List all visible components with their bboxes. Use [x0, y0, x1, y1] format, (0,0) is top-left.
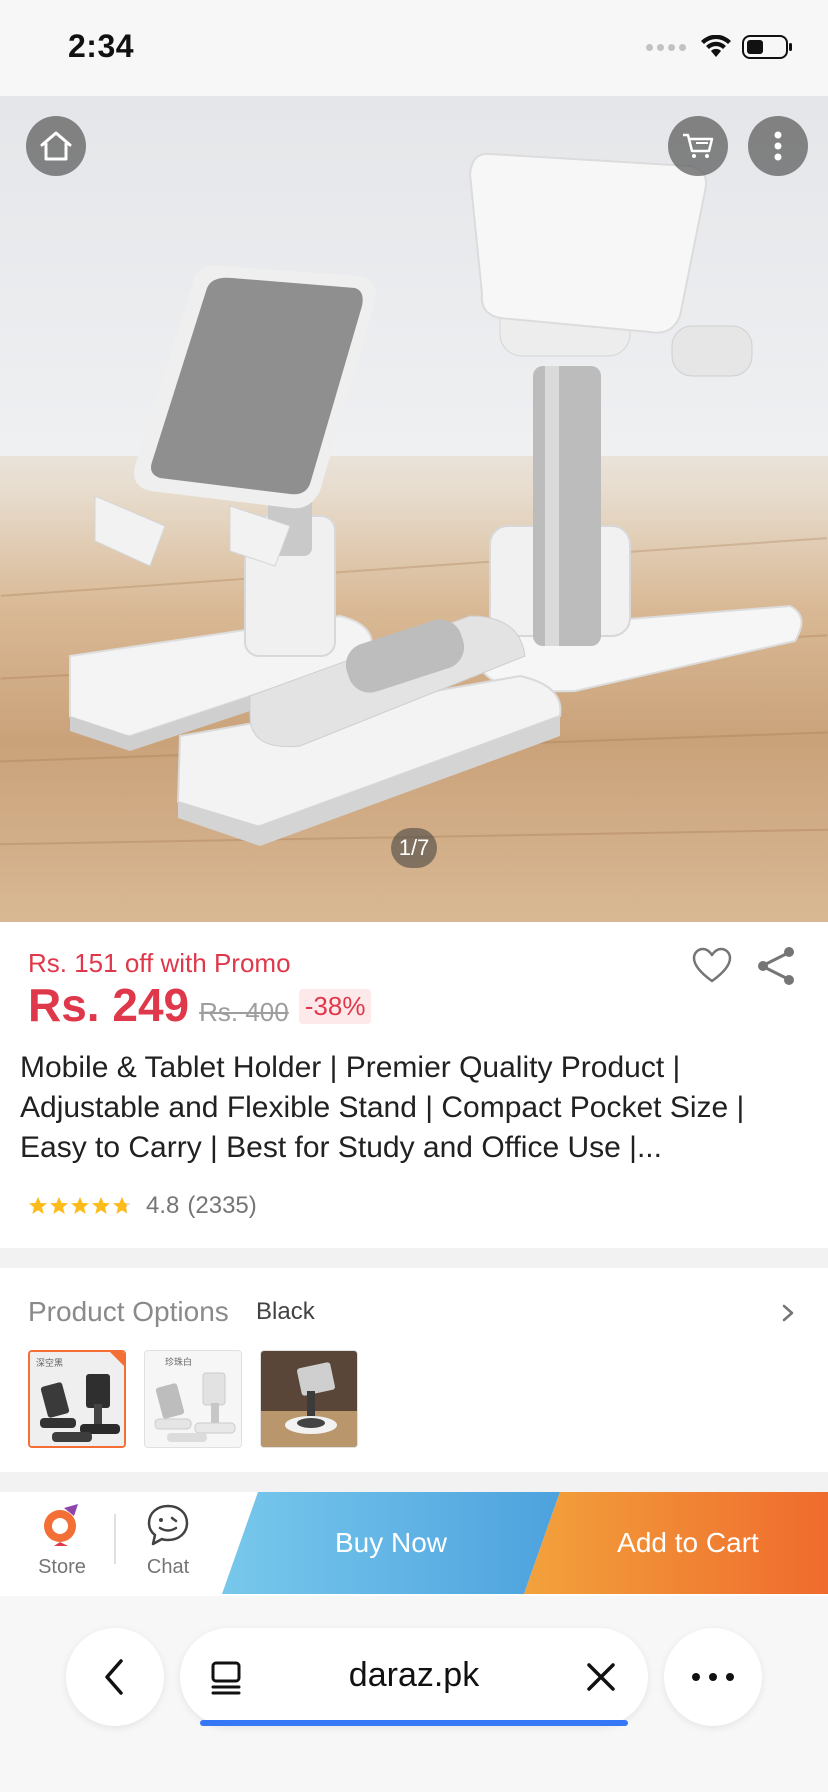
price-section: Rs. 151 off with Promo Rs. 249 Rs. 400 -…	[0, 922, 828, 1248]
section-divider	[0, 1472, 828, 1492]
action-divider	[114, 1514, 116, 1564]
thumbnail-image: 珍珠白	[145, 1351, 241, 1447]
store-label: Store	[38, 1556, 86, 1578]
cart-icon	[683, 133, 714, 158]
selected-option-value: Black	[256, 1298, 315, 1325]
discount-badge: -38%	[298, 989, 372, 1024]
product-image-gallery[interactable]: 1/7	[0, 96, 828, 922]
option-thumbnail-black[interactable]: 深空黑	[28, 1350, 126, 1448]
buy-now-button[interactable]: Buy Now	[222, 1492, 560, 1594]
status-bar: 2:34	[0, 0, 828, 96]
rating-count: (2335)	[187, 1192, 257, 1219]
status-icons	[646, 34, 794, 60]
cellular-signal-icon	[646, 43, 686, 51]
product-title[interactable]: Mobile & Tablet Holder | Premier Quality…	[20, 1048, 810, 1168]
vertical-dots-icon	[774, 131, 782, 161]
option-thumbnail-white[interactable]: 珍珠白	[144, 1350, 242, 1448]
thumbnail-caption: 珍珠白	[165, 1356, 192, 1368]
section-divider	[0, 1248, 828, 1268]
browser-back-button[interactable]	[66, 1628, 164, 1726]
rating-stars	[28, 1196, 132, 1216]
address-bar[interactable]: daraz.pk	[180, 1628, 648, 1726]
star-icon	[92, 1197, 110, 1214]
product-photo	[69, 152, 803, 846]
status-time: 2:34	[68, 28, 135, 64]
close-icon[interactable]	[584, 1660, 618, 1694]
chevron-left-icon	[105, 1659, 123, 1695]
star-icon	[71, 1197, 89, 1214]
star-icon	[50, 1197, 68, 1214]
promo-text: Rs. 151 off with Promo	[28, 948, 291, 978]
star-icon	[29, 1197, 47, 1214]
wishlist-button[interactable]	[690, 944, 734, 988]
more-options-button[interactable]	[748, 116, 808, 176]
browser-toolbar: daraz.pk	[0, 1596, 828, 1792]
home-button[interactable]	[26, 116, 86, 176]
wifi-icon	[701, 35, 731, 57]
product-page: 2:34 1/7 Rs. 151 off with Promo Rs. 249 …	[0, 0, 828, 1792]
option-thumbnail-rotating[interactable]	[260, 1350, 358, 1448]
horizontal-dots-icon	[692, 1673, 734, 1681]
rating-value: 4.8	[146, 1192, 180, 1219]
cart-button[interactable]	[668, 116, 728, 176]
home-icon	[40, 131, 72, 161]
bottom-action-bar: Store Chat Buy Now Add to Cart	[0, 1492, 828, 1596]
page-load-progress	[200, 1720, 628, 1726]
options-label: Product Options	[28, 1296, 229, 1327]
half-star-icon	[113, 1197, 131, 1214]
thumbnail-image: 深空黑	[30, 1352, 124, 1446]
price-row: Rs. 249 Rs. 400 -38%	[28, 978, 372, 1032]
battery-icon	[742, 35, 792, 59]
chat-icon	[147, 1504, 189, 1546]
product-options-section[interactable]: Product Options Black 深空黑 珍珠白	[0, 1268, 828, 1472]
share-icon	[758, 947, 794, 985]
chat-label: Chat	[146, 1556, 190, 1578]
url-text[interactable]: daraz.pk	[180, 1656, 648, 1695]
rating-row[interactable]: 4.8 (2335)	[28, 1192, 257, 1220]
image-page-indicator: 1/7	[391, 828, 437, 868]
current-price: Rs. 249	[28, 979, 190, 1031]
thumbnail-caption: 深空黑	[36, 1357, 63, 1369]
thumbnail-image	[261, 1351, 357, 1447]
heart-icon	[692, 947, 732, 983]
chevron-right-icon[interactable]	[776, 1298, 800, 1328]
chat-button[interactable]: Chat	[128, 1502, 208, 1588]
store-logo-icon	[44, 1504, 78, 1546]
original-price: Rs. 400	[199, 997, 289, 1027]
store-button[interactable]: Store	[22, 1502, 102, 1588]
browser-more-button[interactable]	[664, 1628, 762, 1726]
add-to-cart-button[interactable]: Add to Cart	[524, 1492, 828, 1594]
share-button[interactable]	[754, 944, 798, 988]
